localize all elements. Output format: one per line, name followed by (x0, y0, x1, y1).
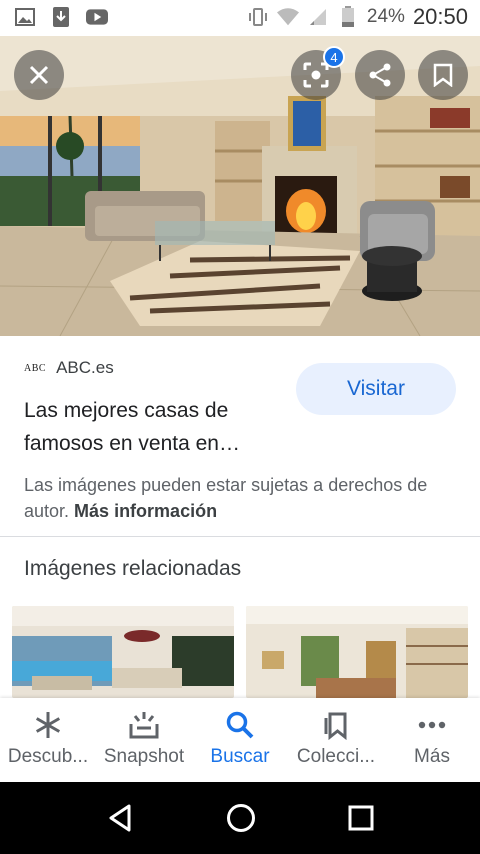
more-info-link[interactable]: Más información (74, 501, 217, 521)
living-room-image (0, 36, 480, 336)
nav-more-label: Más (414, 746, 450, 767)
source-row[interactable]: ABC ABC.es (24, 358, 114, 378)
battery-icon (337, 6, 359, 28)
nav-search-label: Buscar (210, 746, 270, 767)
asterisk-icon (35, 712, 61, 738)
share-icon (369, 63, 391, 87)
close-button[interactable] (14, 50, 64, 100)
home-icon[interactable] (225, 802, 257, 834)
related-image-1[interactable] (12, 606, 234, 698)
clock: 20:50 (412, 4, 468, 29)
system-nav-bar (0, 782, 480, 854)
nav-collections[interactable]: Colecci... (288, 698, 384, 782)
divider (0, 536, 480, 537)
related-image-2[interactable] (246, 606, 468, 698)
youtube-icon (86, 6, 108, 28)
nav-collections-label: Colecci... (296, 746, 376, 767)
more-icon (418, 721, 446, 729)
recents-icon[interactable] (347, 804, 375, 832)
battery-percent: 24% (366, 6, 405, 27)
signal-icon (307, 6, 329, 28)
nav-snapshot-label: Snapshot (103, 746, 185, 767)
lens-badge: 4 (323, 46, 345, 68)
lens-button[interactable]: 4 (291, 46, 345, 100)
download-icon (50, 6, 72, 28)
lens-icon (303, 62, 329, 88)
nav-more[interactable]: Más (384, 698, 480, 782)
share-button[interactable] (355, 50, 405, 100)
wifi-icon (276, 6, 299, 28)
nav-discover[interactable]: Descub... (0, 698, 96, 782)
snapshot-icon (129, 712, 159, 739)
bookmark-icon (433, 63, 453, 87)
vibrate-icon (247, 6, 269, 28)
back-icon[interactable] (105, 803, 135, 833)
result-title[interactable]: Las mejores casas de famosos en venta en… (24, 394, 294, 460)
nav-discover-label: Descub... (7, 746, 89, 767)
collections-icon (324, 712, 347, 740)
visit-button[interactable]: Visitar (296, 363, 456, 415)
status-bar: 24% 20:50 (0, 0, 480, 36)
source-name: ABC.es (56, 358, 114, 377)
bookmark-button[interactable] (418, 50, 468, 100)
related-images-title: Imágenes relacionadas (24, 557, 242, 580)
nav-search[interactable]: Buscar (192, 698, 288, 782)
gallery-icon (14, 6, 36, 28)
close-icon (29, 65, 49, 85)
hero-image[interactable]: 4 (0, 36, 480, 336)
bottom-nav: Descub... Snapshot Buscar Colecci... Más (0, 698, 480, 782)
nav-snapshot[interactable]: Snapshot (96, 698, 192, 782)
source-logo: ABC (24, 362, 47, 374)
copyright-notice: Las imágenes pueden estar sujetas a dere… (24, 472, 464, 524)
search-icon (226, 711, 254, 739)
